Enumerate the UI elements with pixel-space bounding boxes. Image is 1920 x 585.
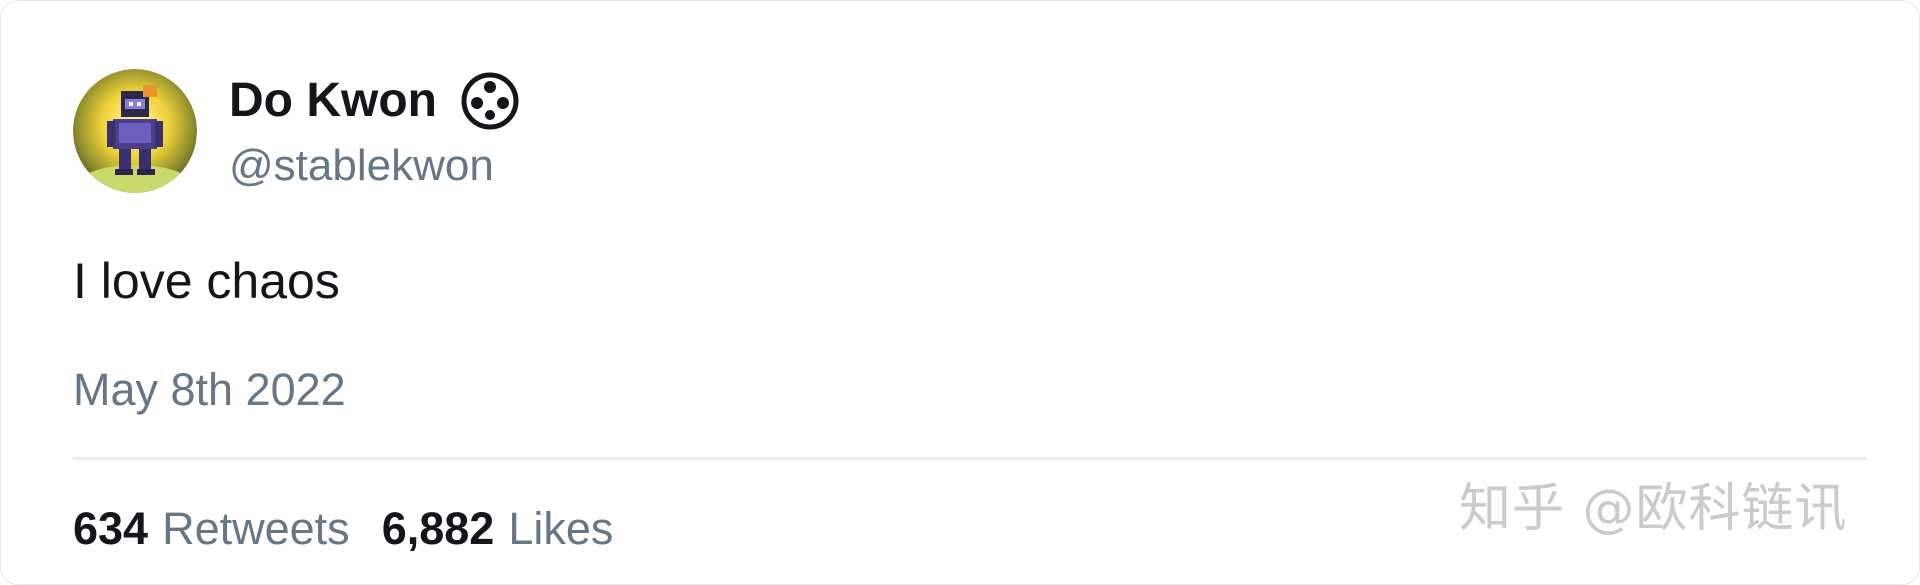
likes-label: Likes [508,503,614,554]
circle-dots-icon [459,70,521,132]
retweets-label: Retweets [162,503,350,554]
divider [73,457,1867,460]
watermark: 知乎 @欧科链讯 [1459,479,1848,539]
tweet-date[interactable]: May 8th 2022 [73,363,346,417]
tweet-text: I love chaos [73,253,340,309]
likes-count: 6,882 [381,503,495,554]
user-handle[interactable]: @stablekwon [229,140,521,192]
name-row: Do Kwon [229,70,521,132]
tweet-stats: 634 Retweets 6,882 Likes [73,501,613,557]
tweet-card: Do Kwon @stablekwon I love chaos May 8th… [0,0,1920,585]
avatar[interactable] [73,69,197,193]
author-names: Do Kwon @stablekwon [229,70,521,192]
likes-stat[interactable]: 6,882 Likes [382,501,614,557]
display-name[interactable]: Do Kwon [229,73,437,129]
retweets-count: 634 [73,503,149,554]
tweet-header: Do Kwon @stablekwon [73,69,521,193]
avatar-image [73,69,197,193]
retweets-stat[interactable]: 634 Retweets [73,501,350,557]
